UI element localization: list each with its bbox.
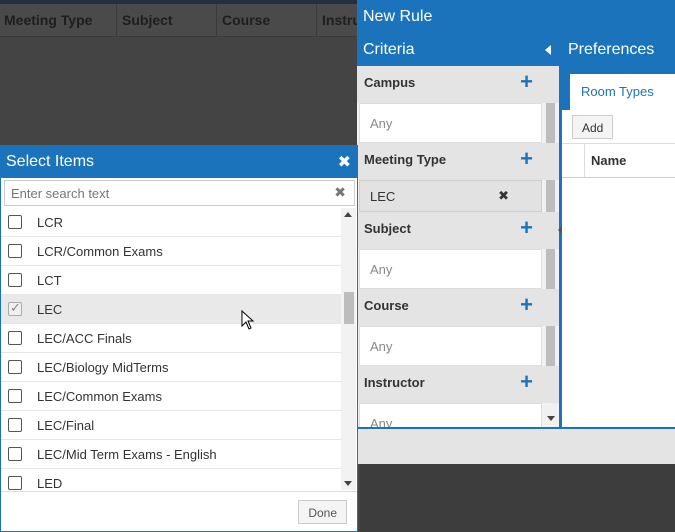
close-icon[interactable]: ✖ xyxy=(338,152,351,172)
preferences-grid-header: Name xyxy=(562,144,675,178)
criteria-section-course: Course + Any xyxy=(357,289,559,366)
add-campus-plus-icon[interactable]: + xyxy=(520,71,533,93)
search-input[interactable] xyxy=(5,181,325,205)
tab-room-types[interactable]: Room Types xyxy=(570,74,675,110)
checkbox[interactable] xyxy=(8,331,22,345)
list-item-label: LCR xyxy=(37,215,64,230)
items-scroll-thumb[interactable] xyxy=(344,292,354,324)
criteria-section-instructor: Instructor + Any xyxy=(357,366,559,427)
criteria-label: Campus + xyxy=(357,66,559,103)
scroll-down-arrow-icon[interactable] xyxy=(547,416,555,421)
new-rule-footer xyxy=(357,427,675,464)
list-item-label: LEC/ACC Finals xyxy=(37,331,132,346)
preferences-panel: Preferences Room Types Add Name xyxy=(562,34,675,427)
select-items-footer: Done xyxy=(1,491,357,531)
list-item-label: LEC/Mid Term Exams - English xyxy=(37,447,217,462)
criteria-label: Course + xyxy=(357,289,559,326)
list-item-label: LEC/Final xyxy=(37,418,95,433)
select-items-header: Select Items ✖ xyxy=(1,146,357,178)
list-item-label: LCT xyxy=(37,273,62,288)
list-item-label: LED xyxy=(37,476,63,490)
done-button[interactable]: Done xyxy=(298,500,347,524)
bg-column-subject: Subject xyxy=(117,4,217,36)
bg-column-meeting-type: Meeting Type xyxy=(0,4,117,36)
list-item-selected[interactable]: LEC xyxy=(1,295,341,324)
course-value[interactable]: Any xyxy=(359,326,542,366)
list-item-label: LCR/Common Exams xyxy=(37,244,163,259)
add-button[interactable]: Add xyxy=(572,115,614,139)
checkbox-checked[interactable] xyxy=(8,300,22,316)
checkbox[interactable] xyxy=(8,447,22,461)
meeting-type-chip-label: LEC xyxy=(370,189,396,204)
meeting-type-chip: LEC ✖ xyxy=(359,180,542,212)
grid-select-column xyxy=(562,144,585,177)
meeting-type-label: Meeting Type xyxy=(364,152,447,167)
criteria-label: Meeting Type + xyxy=(357,143,559,180)
criteria-section-campus: Campus + Any xyxy=(357,66,559,143)
criteria-title: Criteria xyxy=(363,41,415,58)
background-table-header: Meeting Type Subject Course Instru xyxy=(0,4,360,37)
preferences-toolbar: Add xyxy=(562,110,675,144)
list-item-label: LEC/Biology MidTerms xyxy=(37,360,169,375)
chevron-left-icon[interactable] xyxy=(545,45,551,55)
criteria-panel: Criteria Campus + Any Meeting Type + LEC… xyxy=(357,34,559,427)
checkbox[interactable] xyxy=(8,418,22,432)
list-item-label: LEC xyxy=(37,302,63,317)
checkbox[interactable] xyxy=(8,360,22,374)
campus-value[interactable]: Any xyxy=(359,103,542,143)
instructor-label: Instructor xyxy=(364,375,425,390)
checkbox[interactable] xyxy=(8,244,22,258)
splitter-arrow-icon[interactable] xyxy=(558,226,562,234)
items-list: LCR LCR/Common Exams LCT LEC LEC/ACC Fin… xyxy=(1,208,341,490)
scroll-down-arrow-icon[interactable] xyxy=(344,481,352,486)
checkbox[interactable] xyxy=(8,273,22,287)
list-item[interactable]: LCR xyxy=(1,208,341,237)
subject-value[interactable]: Any xyxy=(359,249,542,289)
preferences-tabs: Room Types xyxy=(562,66,675,110)
remove-x-icon[interactable]: ✖ xyxy=(498,188,509,204)
criteria-section-meeting-type: Meeting Type + LEC ✖ xyxy=(357,143,559,212)
bg-column-instructor: Instru xyxy=(322,12,360,28)
new-rule-title: New Rule xyxy=(357,0,675,34)
checkbox[interactable] xyxy=(8,215,22,229)
criteria-header: Criteria xyxy=(357,34,559,66)
campus-label: Campus xyxy=(364,75,416,90)
items-scrollbar[interactable] xyxy=(341,208,356,490)
criteria-label: Instructor + xyxy=(357,366,559,403)
select-items-title: Select Items xyxy=(6,153,95,170)
checkbox[interactable] xyxy=(8,389,22,403)
add-course-plus-icon[interactable]: + xyxy=(520,294,533,316)
search-field: ✖ xyxy=(4,180,355,206)
list-item[interactable]: LEC/ACC Finals xyxy=(1,324,341,353)
checkbox[interactable] xyxy=(8,476,22,490)
list-item[interactable]: LCT xyxy=(1,266,341,295)
criteria-label: Subject + xyxy=(357,212,559,249)
list-item-label: LEC/Common Exams xyxy=(37,389,162,404)
subject-label: Subject xyxy=(364,221,411,236)
list-item[interactable]: LEC/Common Exams xyxy=(1,382,341,411)
mouse-cursor-icon xyxy=(241,310,255,330)
add-instructor-plus-icon[interactable]: + xyxy=(520,371,533,393)
bg-column-course: Course xyxy=(217,4,317,36)
list-item[interactable]: LCR/Common Exams xyxy=(1,237,341,266)
add-meeting-type-plus-icon[interactable]: + xyxy=(520,148,533,170)
list-item[interactable]: LED xyxy=(1,469,341,490)
grid-column-name[interactable]: Name xyxy=(585,144,626,177)
scroll-up-arrow-icon[interactable] xyxy=(344,212,352,217)
preferences-title: Preferences xyxy=(562,34,675,66)
add-subject-plus-icon[interactable]: + xyxy=(520,217,533,239)
criteria-body: Campus + Any Meeting Type + LEC ✖ Subjec… xyxy=(357,66,559,427)
instructor-value[interactable]: Any xyxy=(359,403,542,427)
select-items-dialog: Select Items ✖ ✖ LCR LCR/Common Exams LC… xyxy=(0,145,358,532)
list-item[interactable]: LEC/Final xyxy=(1,411,341,440)
clear-search-icon[interactable]: ✖ xyxy=(334,184,346,201)
list-item[interactable]: LEC/Mid Term Exams - English xyxy=(1,440,341,469)
course-label: Course xyxy=(364,298,409,313)
criteria-section-subject: Subject + Any xyxy=(357,212,559,289)
new-rule-dialog: New Rule Criteria Campus + Any Meeting T… xyxy=(357,0,675,464)
list-item[interactable]: LEC/Biology MidTerms xyxy=(1,353,341,382)
